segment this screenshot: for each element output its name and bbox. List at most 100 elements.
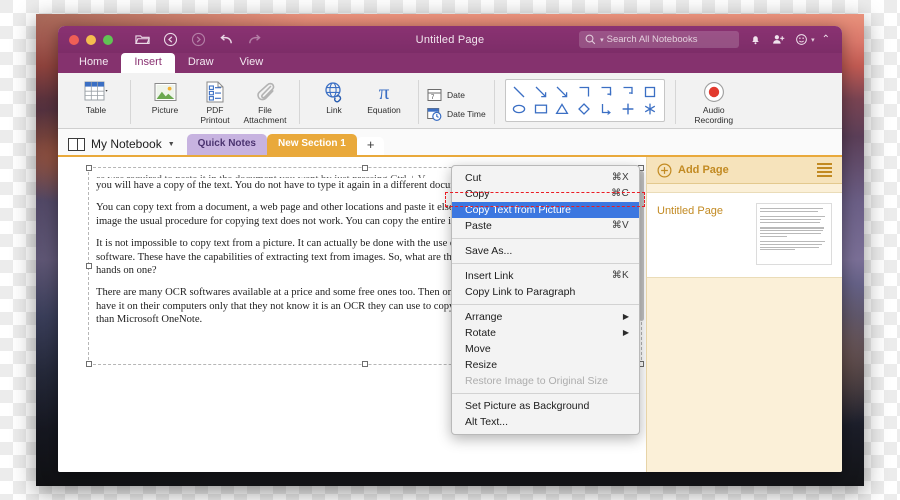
bell-icon[interactable] xyxy=(749,33,762,46)
date-time-label: Date Time xyxy=(447,108,486,119)
tab-home[interactable]: Home xyxy=(66,53,121,73)
back-icon[interactable] xyxy=(163,32,178,47)
section-tab-new-section-1[interactable]: New Section 1 xyxy=(267,134,357,155)
notebook-selector[interactable]: My Notebook ▼ xyxy=(68,137,175,155)
menu-item-shortcut: ⌘V xyxy=(611,220,629,231)
menu-item-cut[interactable]: Cut ⌘X xyxy=(452,170,639,186)
menu-separator xyxy=(452,263,639,264)
menu-item-insert-link[interactable]: Insert Link ⌘K xyxy=(452,268,639,284)
add-page-button[interactable]: Add Page xyxy=(657,163,729,178)
forward-icon[interactable] xyxy=(191,32,206,47)
date-time-button[interactable]: Date Time xyxy=(427,107,486,121)
menu-item-resize[interactable]: Resize xyxy=(452,357,639,373)
undo-icon[interactable] xyxy=(219,32,234,47)
asterisk-icon[interactable] xyxy=(643,102,658,116)
ribbon-group-insert-files: Picture PDF Printout File Attachment xyxy=(133,76,297,128)
date-button[interactable]: 7 Date xyxy=(427,88,486,102)
picture-button[interactable]: Picture xyxy=(140,76,190,116)
menu-item-label: Copy Link to Paragraph xyxy=(465,286,576,298)
menu-item-shortcut: ⌘X xyxy=(611,172,629,183)
ribbon-separator-3 xyxy=(418,80,419,124)
minimize-button[interactable] xyxy=(86,34,96,45)
resize-handle[interactable] xyxy=(362,361,368,367)
quick-access-toolbar xyxy=(135,32,262,47)
ribbon-tabs: Home Insert Draw View xyxy=(58,53,842,73)
arrow-diagonal-2-icon[interactable] xyxy=(555,85,570,99)
rectangle-icon[interactable] xyxy=(534,102,549,116)
zoom-button[interactable] xyxy=(103,34,113,45)
section-tab-quick-notes[interactable]: Quick Notes xyxy=(186,134,267,155)
menu-item-label: Save As... xyxy=(465,245,513,257)
menu-item-save-as[interactable]: Save As... xyxy=(452,243,639,259)
resize-handle[interactable] xyxy=(86,361,92,367)
context-menu[interactable]: Cut ⌘X Copy ⌘C Copy Text from Picture Pa… xyxy=(451,165,640,435)
chevron-down-icon[interactable]: ▼ xyxy=(168,141,175,148)
ellipse-icon[interactable] xyxy=(512,102,527,116)
close-button[interactable] xyxy=(69,34,79,45)
page-thumbnail xyxy=(756,203,832,265)
resize-handle[interactable] xyxy=(86,263,92,269)
picture-icon xyxy=(154,79,177,104)
open-folder-icon[interactable] xyxy=(135,32,150,47)
ribbon-group-audio: Audio Recording xyxy=(678,76,750,128)
pdf-printout-button[interactable]: PDF Printout xyxy=(190,76,240,125)
rectangle-connector-icon[interactable] xyxy=(643,85,658,99)
onenote-window: Untitled Page ▾ Search All Notebooks ▾ ⌃… xyxy=(58,26,842,472)
table-button[interactable]: Table xyxy=(71,76,121,116)
calendar-icon: 7 xyxy=(427,88,442,101)
page-canvas[interactable]: as was required to paste it in the docum… xyxy=(58,157,646,472)
menu-item-label: Paste xyxy=(465,220,492,232)
file-attachment-button[interactable]: File Attachment xyxy=(240,76,290,125)
plus-cross-icon[interactable] xyxy=(621,102,636,116)
resize-handle[interactable] xyxy=(362,165,368,171)
diamond-icon[interactable] xyxy=(577,102,592,116)
menu-item-set-picture-as-background[interactable]: Set Picture as Background xyxy=(452,398,639,414)
corner-arrow-icon[interactable] xyxy=(599,102,614,116)
add-person-icon[interactable] xyxy=(772,33,785,46)
ribbon-group-date: 7 Date Date Time xyxy=(421,76,492,128)
ribbon-separator xyxy=(130,80,131,124)
plus-circle-icon xyxy=(657,163,672,177)
menu-item-rotate[interactable]: Rotate ▶ xyxy=(452,325,639,341)
elbow-arrow-2-icon[interactable] xyxy=(621,85,636,99)
resize-handle[interactable] xyxy=(86,165,92,171)
search-placeholder: Search All Notebooks xyxy=(606,34,698,45)
chevron-up-icon[interactable]: ⌃ xyxy=(822,34,830,45)
elbow-arrow-icon[interactable] xyxy=(599,85,614,99)
arrow-diagonal-icon[interactable] xyxy=(534,85,549,99)
table-label: Table xyxy=(85,105,107,115)
menu-item-label: Resize xyxy=(465,359,498,371)
list-item[interactable]: Untitled Page xyxy=(647,192,842,278)
menu-item-alt-text[interactable]: Alt Text... xyxy=(452,414,639,430)
menu-item-label: Alt Text... xyxy=(465,416,508,428)
menu-separator xyxy=(452,304,639,305)
line-diagonal-icon[interactable] xyxy=(512,85,527,99)
shapes-gallery[interactable] xyxy=(504,79,665,122)
add-section-button[interactable]: + xyxy=(356,137,385,155)
equation-label: Equation xyxy=(367,105,401,115)
submenu-arrow-icon: ▶ xyxy=(622,312,629,321)
tab-view[interactable]: View xyxy=(227,53,277,73)
submenu-arrow-icon: ▶ xyxy=(622,328,629,337)
equation-button[interactable]: π Equation xyxy=(359,76,409,116)
menu-item-copy[interactable]: Copy ⌘C xyxy=(452,186,639,202)
menu-item-copy-link-to-paragraph[interactable]: Copy Link to Paragraph xyxy=(452,284,639,300)
smiley-icon[interactable] xyxy=(795,33,808,46)
menu-item-copy-text-from-picture[interactable]: Copy Text from Picture xyxy=(452,202,639,218)
search-input[interactable]: ▾ Search All Notebooks xyxy=(579,31,740,48)
tab-insert[interactable]: Insert xyxy=(121,53,175,73)
tab-draw[interactable]: Draw xyxy=(175,53,227,73)
link-button[interactable]: Link xyxy=(309,76,359,116)
menu-item-arrange[interactable]: Arrange ▶ xyxy=(452,309,639,325)
menu-item-move[interactable]: Move xyxy=(452,341,639,357)
link-globe-icon xyxy=(323,79,346,104)
elbow-connector-icon[interactable] xyxy=(577,85,592,99)
notebook-bar: My Notebook ▼ Quick Notes New Section 1 … xyxy=(58,129,842,157)
menu-item-paste[interactable]: Paste ⌘V xyxy=(452,218,639,234)
audio-recording-button[interactable]: Audio Recording xyxy=(685,76,743,125)
chevron-down-icon[interactable]: ▾ xyxy=(811,36,815,44)
redo-icon[interactable] xyxy=(247,32,262,47)
hamburger-icon[interactable] xyxy=(817,163,832,177)
menu-item-label: Arrange xyxy=(465,311,503,323)
triangle-icon[interactable] xyxy=(555,102,570,116)
